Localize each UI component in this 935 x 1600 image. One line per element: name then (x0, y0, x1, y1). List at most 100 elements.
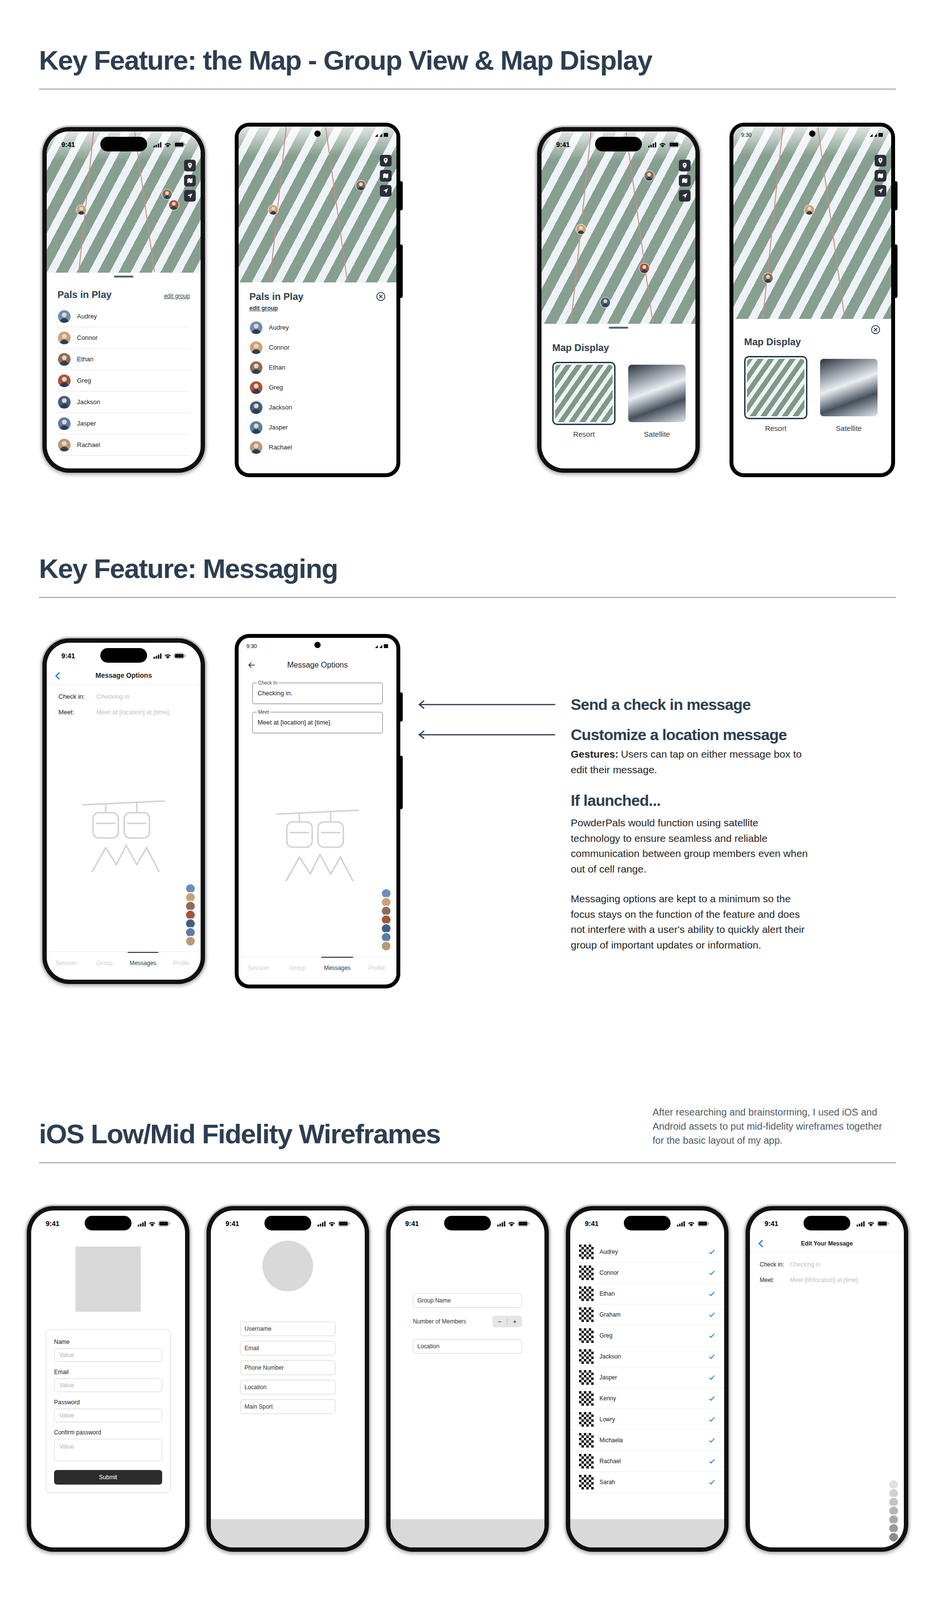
message-row[interactable]: Meet:Meet at [location] at [time]. (58, 705, 189, 720)
member-row[interactable]: Ethan (249, 357, 386, 378)
tab[interactable]: Profile (162, 952, 201, 980)
text-field[interactable]: Main Sport (240, 1399, 336, 1415)
edit-group-link[interactable]: edit group (164, 291, 190, 301)
check-icon[interactable] (708, 1437, 716, 1444)
message-field[interactable]: MeetMeet at [location] at [time]. (252, 711, 383, 734)
member-row[interactable]: Jasper (570, 1367, 725, 1389)
group-avatar-stack[interactable] (380, 890, 392, 952)
member-row[interactable]: Greg (570, 1325, 725, 1347)
field-placeholder[interactable]: Checking in. (789, 1260, 823, 1270)
member-row[interactable]: Lowry (570, 1409, 725, 1431)
close-icon[interactable] (870, 324, 881, 335)
check-icon[interactable] (708, 1311, 716, 1319)
map-icon[interactable] (874, 169, 887, 182)
field-placeholder[interactable]: Meet at [location] at [time]. (96, 707, 171, 718)
resort-map[interactable]: 9:41 (541, 131, 696, 324)
group-avatar-stack[interactable] (888, 1481, 899, 1543)
map-icon[interactable] (184, 174, 196, 187)
tab[interactable]: Session (238, 956, 279, 985)
member-row[interactable]: Graham (570, 1304, 725, 1326)
member-row[interactable]: Sarah (570, 1472, 725, 1494)
member-row[interactable]: Greg (57, 370, 190, 392)
member-row[interactable]: Jackson (57, 391, 190, 413)
friend-pin[interactable] (161, 188, 173, 200)
check-icon[interactable] (708, 1248, 716, 1256)
increment-button[interactable]: + (507, 1316, 523, 1328)
pin-icon[interactable] (678, 159, 691, 172)
friend-pin[interactable] (643, 170, 655, 182)
pin-icon[interactable] (184, 159, 196, 172)
resort-map[interactable]: 9:41 (46, 131, 201, 273)
member-row[interactable]: Jackson (570, 1346, 725, 1368)
text-field[interactable]: Value (54, 1439, 163, 1462)
member-row[interactable]: Ethan (570, 1283, 725, 1305)
back-chevron-icon[interactable] (54, 671, 61, 681)
submit-button[interactable]: Submit (54, 1470, 163, 1485)
field-placeholder[interactable]: Checking in. (96, 691, 132, 702)
text-field[interactable]: Location (412, 1339, 523, 1354)
member-row[interactable]: Rachael (570, 1451, 725, 1473)
text-field[interactable]: Group Name (412, 1293, 523, 1309)
field-placeholder[interactable]: Meet [lift/location] at [time]. (789, 1275, 860, 1285)
check-icon[interactable] (708, 1416, 716, 1423)
map-style-option[interactable]: Satellite (817, 355, 881, 435)
map-icon[interactable] (379, 169, 392, 182)
map-style-option[interactable]: Resort (744, 355, 808, 435)
tab[interactable]: Messages (123, 952, 163, 980)
tab[interactable]: Messages (317, 956, 357, 985)
member-row[interactable]: Audrey (57, 305, 190, 328)
friend-pin[interactable] (599, 297, 611, 308)
text-field[interactable]: Location (240, 1380, 336, 1395)
back-arrow-icon[interactable] (247, 660, 257, 670)
check-icon[interactable] (708, 1478, 716, 1486)
pin-icon[interactable] (379, 154, 392, 167)
text-field[interactable]: Phone Number (240, 1360, 336, 1376)
close-icon[interactable] (375, 291, 386, 302)
tab[interactable]: Profile (356, 956, 397, 985)
group-avatar-stack[interactable] (185, 885, 196, 947)
check-icon[interactable] (708, 1290, 716, 1298)
member-row[interactable]: Ethan (57, 348, 190, 371)
navigation-icon[interactable] (874, 185, 887, 197)
check-icon[interactable] (708, 1269, 716, 1277)
member-row[interactable]: Audrey (249, 317, 386, 338)
check-icon[interactable] (708, 1374, 716, 1382)
member-row[interactable]: Connor (570, 1262, 725, 1284)
text-field[interactable]: Username (240, 1321, 336, 1337)
member-row[interactable]: Jackson (249, 397, 386, 418)
check-icon[interactable] (708, 1395, 716, 1403)
text-field[interactable]: Value (54, 1348, 163, 1363)
navigation-icon[interactable] (379, 185, 392, 197)
friend-pin[interactable] (267, 204, 279, 216)
map-icon[interactable] (678, 174, 691, 187)
map-style-option[interactable]: Resort (552, 361, 616, 441)
friend-pin[interactable] (168, 199, 180, 211)
navigation-icon[interactable] (184, 189, 196, 202)
tab[interactable]: Session (46, 952, 86, 980)
message-row[interactable]: Meet:Meet [lift/location] at [time]. (759, 1272, 895, 1288)
member-row[interactable]: Rachael (57, 434, 190, 456)
member-row[interactable]: Rachael (249, 437, 386, 458)
member-row[interactable]: Greg (249, 377, 386, 398)
member-row[interactable]: Audrey (570, 1241, 725, 1263)
friend-pin[interactable] (75, 204, 87, 216)
text-field[interactable]: Value (54, 1408, 163, 1423)
friend-pin[interactable] (355, 180, 367, 191)
edit-group-link[interactable]: edit group (249, 303, 386, 313)
check-icon[interactable] (708, 1353, 716, 1361)
text-field[interactable]: Email (240, 1341, 336, 1356)
friend-pin[interactable] (762, 272, 774, 284)
decrement-button[interactable]: − (492, 1316, 507, 1328)
resort-map[interactable]: 9:30 (733, 126, 892, 319)
map-style-option[interactable]: Satellite (625, 361, 689, 441)
message-row[interactable]: Check in:Checking in. (58, 689, 189, 705)
check-icon[interactable] (708, 1332, 716, 1340)
member-row[interactable]: Connor (249, 337, 386, 358)
member-row[interactable]: Jasper (249, 417, 386, 438)
message-row[interactable]: Check in:Checking in. (759, 1257, 895, 1272)
navigation-icon[interactable] (678, 189, 691, 202)
drag-handle[interactable] (608, 326, 629, 329)
member-row[interactable]: Kenny (570, 1388, 725, 1410)
tab[interactable]: Group (85, 952, 124, 980)
drag-handle[interactable] (113, 275, 134, 278)
